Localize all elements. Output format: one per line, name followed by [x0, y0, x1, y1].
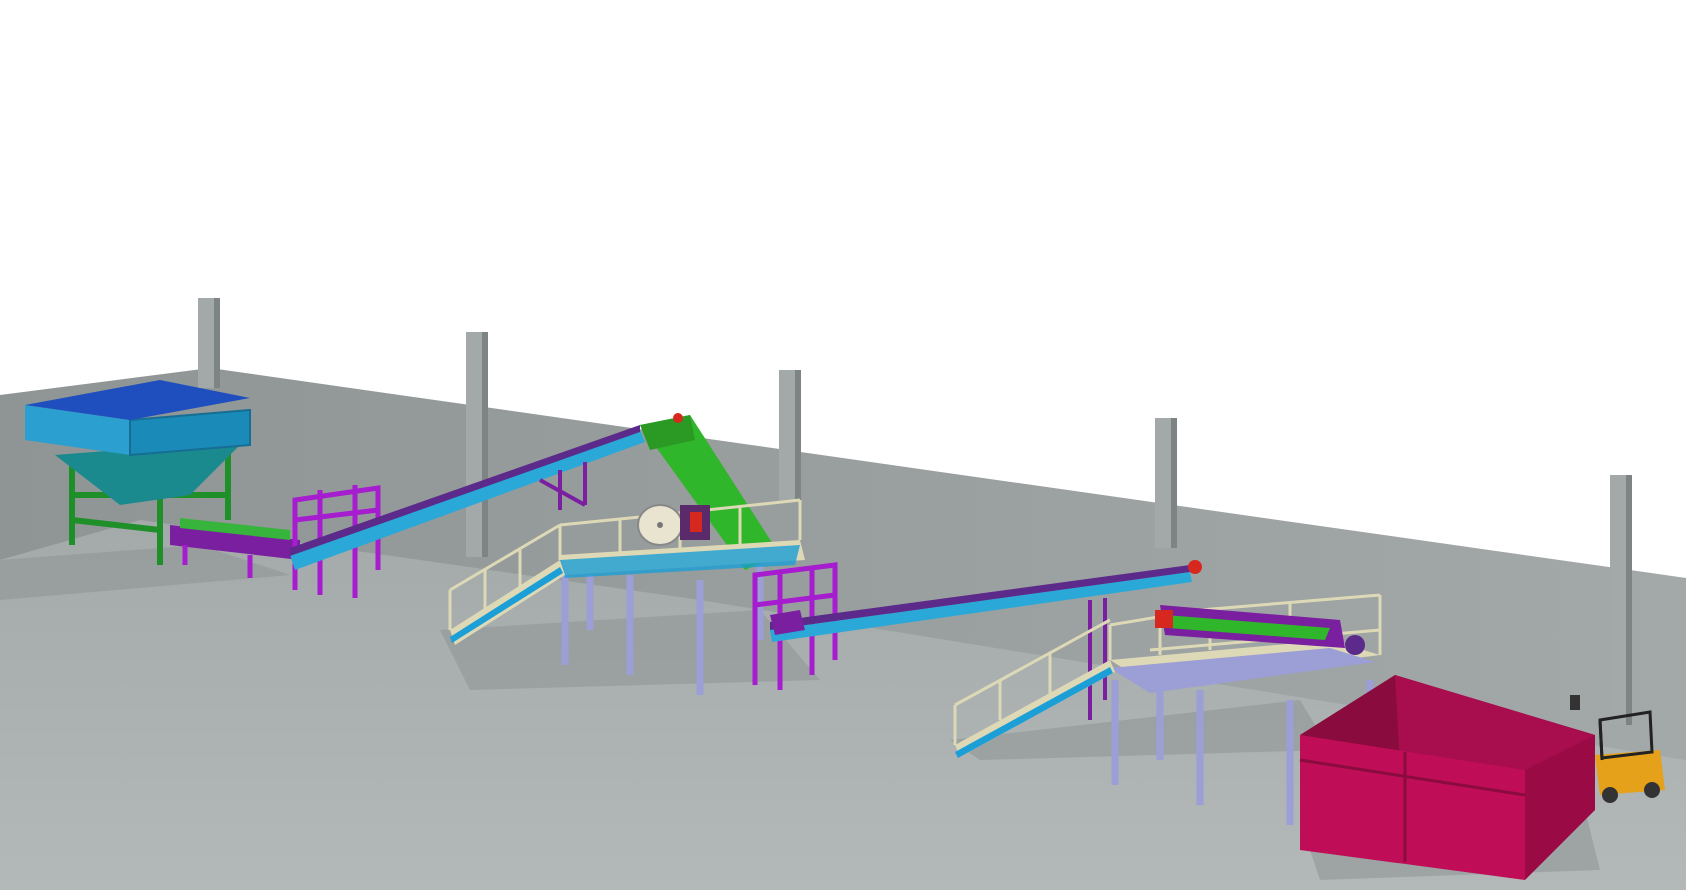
- wall-column: [1610, 475, 1632, 725]
- wall-column: [1155, 418, 1177, 548]
- wall-column: [466, 332, 488, 557]
- jaw-crusher: [637, 504, 710, 546]
- scene-canvas: [0, 0, 1686, 890]
- wall-column: [779, 370, 801, 500]
- plant-3d-render: [0, 0, 1686, 890]
- wall-column: [198, 298, 220, 388]
